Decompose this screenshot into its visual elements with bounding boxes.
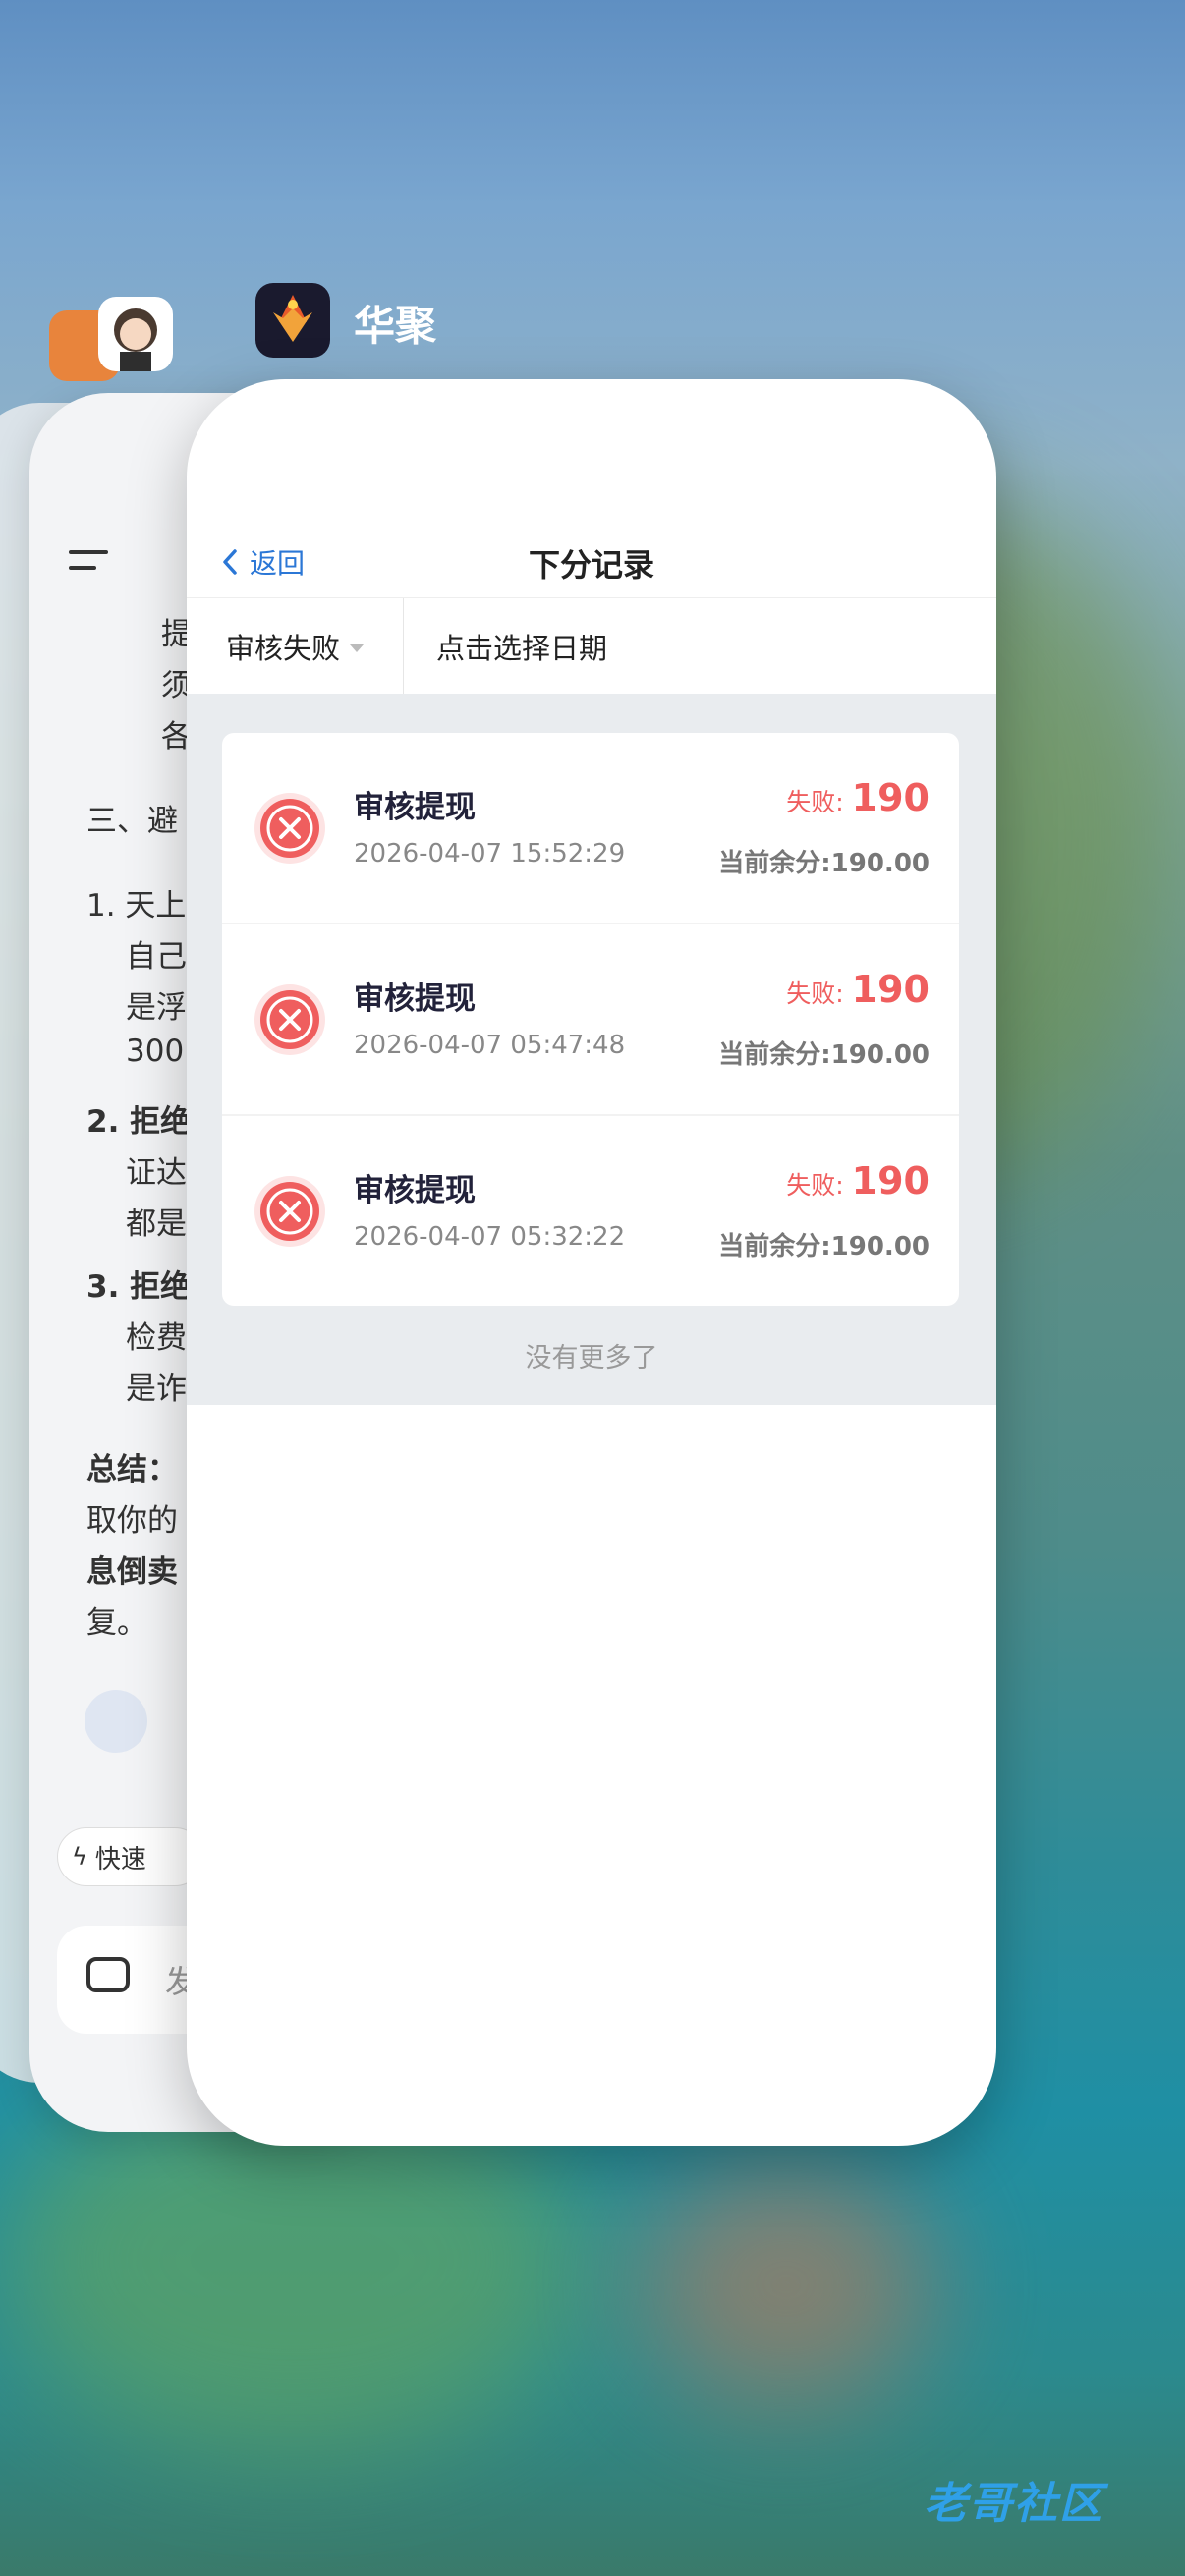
quick-chip-label: 快速 <box>94 1844 146 1875</box>
chat-text: 都是 <box>126 1206 187 1242</box>
no-more-text: 没有更多了 <box>525 1343 658 1373</box>
record-title: 审核提现 <box>354 1173 476 1208</box>
record-balance: 当前余分:190.00 <box>718 849 930 878</box>
background-blur <box>639 2161 933 2407</box>
chat-text: 三、避 <box>86 804 178 839</box>
record-amount: 失败: 190 <box>786 776 930 819</box>
record-title: 审核提现 <box>354 981 476 1017</box>
record-title: 审核提现 <box>354 790 476 825</box>
chat-text: 1. 天上 <box>86 888 187 924</box>
date-picker-label: 点击选择日期 <box>436 632 608 665</box>
date-picker[interactable]: 点击选择日期 <box>436 598 607 695</box>
chat-text: 检费 <box>126 1320 187 1356</box>
filter-bar: 审核失败 点击选择日期 <box>187 597 996 696</box>
status-filter-dropdown[interactable]: 审核失败 <box>187 598 404 695</box>
chat-text: 是浮 <box>126 990 187 1026</box>
chat-text: 总结： <box>86 1452 178 1487</box>
record-time: 2026-04-07 15:52:29 <box>354 839 626 868</box>
amount-label: 失败: <box>786 980 844 1008</box>
camera-icon[interactable] <box>86 1957 130 1992</box>
amount-label: 失败: <box>786 788 844 816</box>
fail-circle-icon <box>254 1176 325 1247</box>
amount-value: 190 <box>851 968 930 1011</box>
list-item[interactable]: 审核提现 2026-04-07 05:47:48 失败: 190 当前余分:19… <box>222 924 959 1116</box>
huaju-app-icon[interactable] <box>255 283 330 358</box>
record-time: 2026-04-07 05:32:22 <box>354 1222 626 1252</box>
watermark-logo: 老哥社区 <box>924 2479 1104 2529</box>
record-list: 审核提现 2026-04-07 15:52:29 失败: 190 当前余分:19… <box>222 733 959 1306</box>
list-item[interactable]: 审核提现 2026-04-07 05:32:22 失败: 190 当前余分:19… <box>222 1116 959 1306</box>
list-item[interactable]: 审核提现 2026-04-07 15:52:29 失败: 190 当前余分:19… <box>222 733 959 924</box>
chat-text: 息倒卖 <box>86 1554 178 1590</box>
record-amount: 失败: 190 <box>786 1159 930 1203</box>
record-amount: 失败: 190 <box>786 968 930 1011</box>
fail-circle-icon <box>254 793 325 864</box>
quick-chip[interactable]: ϟ 快速 <box>57 1827 204 1886</box>
status-filter-label: 审核失败 <box>225 632 340 665</box>
front-app-name: 华聚 <box>354 302 437 350</box>
chat-text: 自己 <box>126 939 187 975</box>
chat-text: 300 <box>126 1034 185 1069</box>
page-title: 下分记录 <box>528 546 654 584</box>
chat-text: 复。 <box>86 1605 147 1641</box>
menu-icon <box>69 550 108 574</box>
record-balance: 当前余分:190.00 <box>718 1232 930 1261</box>
amount-label: 失败: <box>786 1171 844 1200</box>
amount-value: 190 <box>851 1159 930 1203</box>
amount-value: 190 <box>851 776 930 819</box>
record-balance: 当前余分:190.00 <box>718 1040 930 1070</box>
lightning-icon: ϟ <box>72 1843 87 1871</box>
foreground-app-card[interactable]: 返回 下分记录 审核失败 点击选择日期 审核提现 2026-04-07 15:5… <box>187 379 996 2146</box>
chat-text: 是诈 <box>126 1372 187 1407</box>
chat-text: 3. 拒绝 <box>86 1269 192 1305</box>
record-time: 2026-04-07 05:47:48 <box>354 1031 626 1060</box>
chat-text: 2. 拒绝 <box>86 1104 192 1140</box>
fail-circle-icon <box>254 984 325 1055</box>
chat-text: 证达 <box>126 1155 187 1191</box>
chat-text: 取你的 <box>86 1503 178 1539</box>
caret-down-icon <box>350 644 364 652</box>
copy-icon[interactable] <box>85 1690 147 1753</box>
avatar-app-icon[interactable] <box>98 297 173 371</box>
